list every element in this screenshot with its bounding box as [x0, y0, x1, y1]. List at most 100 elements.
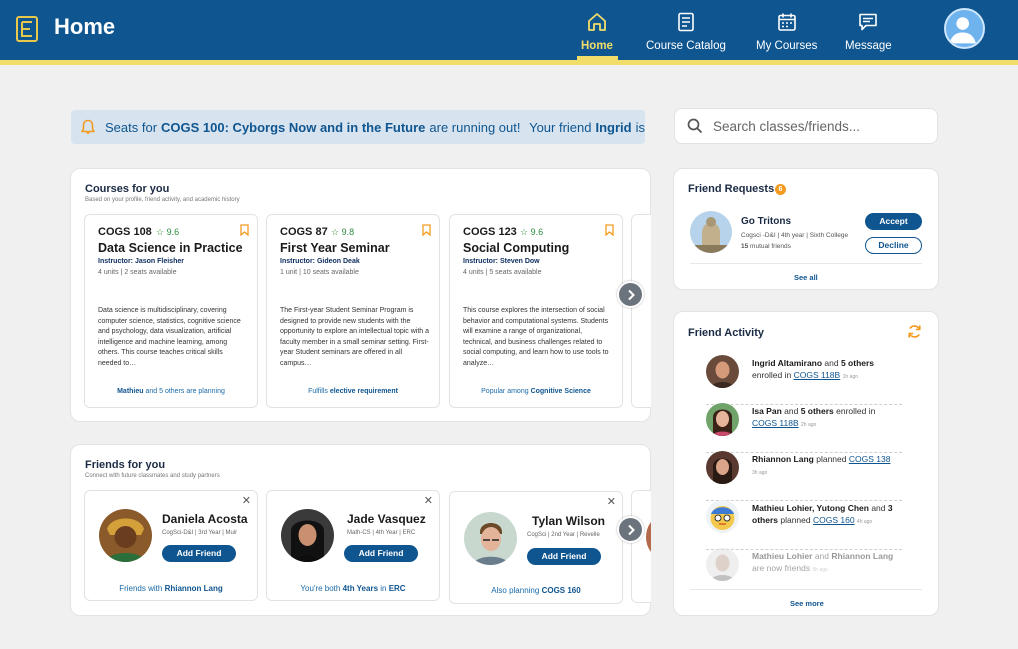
request-mutual: 15 mutual friends [741, 243, 791, 250]
banner-friend-name[interactable]: Ingrid [596, 120, 632, 135]
dismiss-icon[interactable]: ✕ [242, 494, 251, 507]
star-icon: ☆ [156, 227, 165, 237]
activity-course-link[interactable]: COGS 138 [849, 454, 891, 464]
friend-footer: You're both 4th Years in ERC [300, 584, 406, 593]
activity-item[interactable]: Isa Pan and 5 others enrolled in COGS 11… [706, 403, 902, 453]
divider [690, 263, 922, 264]
courses-title: Courses for you [85, 183, 170, 195]
course-description: Data science is multidisciplinary, cover… [98, 307, 241, 367]
avatar [706, 451, 739, 484]
activity-item[interactable]: Ingrid Altamirano and 5 others enrolled … [706, 355, 902, 405]
decline-button[interactable]: Decline [865, 237, 922, 254]
user-avatar[interactable] [944, 8, 985, 49]
course-card[interactable]: COGS 108 ☆ 9.6 Data Science in Practice … [84, 214, 258, 408]
course-name: Data Science in Practice [98, 241, 243, 255]
user-avatar-icon [949, 17, 976, 44]
activity-item[interactable]: Mathieu Lohier and Rhiannon Lang are now… [706, 548, 902, 598]
search-box[interactable] [674, 108, 938, 144]
chevron-right-icon [627, 524, 635, 535]
home-icon [588, 13, 606, 31]
activity-text: Ingrid Altamirano and 5 others enrolled … [752, 358, 875, 380]
bookmark-icon[interactable] [240, 224, 249, 236]
friend-info: Math-CS | 4th Year | ERC [347, 530, 416, 536]
banner-friend-post: is [635, 119, 645, 135]
friend-activity-title: Friend Activity [688, 327, 764, 339]
courses-next-arrow[interactable] [617, 281, 644, 308]
course-rating: ☆ 9.8 [331, 227, 355, 237]
course-name: Social Computing [463, 241, 570, 255]
friend-info: CogSci-D&I | 3rd Year | Muir [162, 530, 238, 536]
avatar [690, 211, 732, 253]
nav-course-catalog[interactable]: Course Catalog [646, 12, 726, 52]
page-title: Home [54, 14, 116, 39]
activity-item[interactable]: Rhiannon Lang planned COGS 138 3h ago [706, 451, 902, 501]
request-name[interactable]: Go Tritons [741, 216, 791, 227]
course-code: COGS 108 [98, 226, 152, 238]
add-friend-button[interactable]: Add Friend [527, 548, 601, 565]
friend-suggestion-card-partial[interactable] [631, 490, 651, 603]
star-icon: ☆ [520, 227, 529, 237]
friends-title: Friends for you [85, 459, 166, 471]
course-footer: Popular among Cognitive Science [481, 388, 591, 395]
course-instructor: Instructor: Jason Fleisher [98, 258, 184, 265]
avatar [706, 355, 739, 388]
nav-course-catalog-label: Course Catalog [646, 40, 726, 52]
activity-text: Mathieu Lohier and Rhiannon Lang are now… [752, 551, 894, 573]
catalog-icon [678, 12, 694, 32]
friend-footer: Also planning COGS 160 [491, 586, 581, 595]
nav-home[interactable]: Home [581, 12, 613, 52]
course-units: 4 units | 5 seats available [463, 269, 542, 276]
see-all-link[interactable]: See all [794, 273, 818, 282]
search-input[interactable] [713, 118, 913, 134]
banner-text-post: are running out! [429, 119, 521, 135]
see-more-link[interactable]: See more [790, 599, 824, 608]
course-card-partial[interactable] [631, 214, 651, 408]
friend-name: Daniela Acosta [162, 512, 248, 526]
friends-next-arrow[interactable] [617, 516, 644, 543]
bookmark-icon[interactable] [422, 224, 431, 236]
friends-subtitle: Connect with future classmates and study… [85, 473, 220, 479]
friend-requests-title: Friend Requests [688, 183, 775, 195]
activity-item[interactable]: Mathieu Lohier, Yutong Chen and 3 others… [706, 500, 902, 550]
nav-my-courses[interactable]: My Courses [756, 12, 817, 52]
friend-suggestion-card[interactable]: ✕ Daniela Acosta CogSci-D&I | 3rd Year |… [84, 490, 258, 601]
activity-course-link[interactable]: COGS 118B [794, 370, 841, 380]
course-units: 1 unit | 10 seats available [280, 269, 359, 276]
course-instructor: Instructor: Gideon Deak [280, 258, 360, 265]
search-icon [687, 118, 703, 134]
course-card[interactable]: COGS 123 ☆ 9.6 Social Computing Instruct… [449, 214, 623, 408]
app-logo-icon[interactable] [16, 16, 38, 42]
message-icon [859, 13, 878, 31]
add-friend-button[interactable]: Add Friend [162, 545, 236, 562]
course-code: COGS 87 [280, 226, 328, 238]
course-footer: Mathieu and 5 others are planning [117, 388, 225, 395]
seats-alert-banner[interactable]: Seats for ​COGS 100: Cyborgs Now and in … [71, 110, 645, 144]
dismiss-icon[interactable]: ✕ [607, 495, 616, 508]
friend-suggestion-card[interactable]: ✕ Jade Vasquez Math-CS | 4th Year | ERC … [266, 490, 440, 601]
add-friend-button[interactable]: Add Friend [344, 545, 418, 562]
banner-course[interactable]: COGS 100: Cyborgs Now and in the Future [161, 120, 425, 135]
course-rating: ☆ 9.6 [520, 227, 544, 237]
avatar [706, 403, 739, 436]
friend-info: CogSci | 2nd Year | Revelle [527, 532, 600, 538]
accept-button[interactable]: Accept [865, 213, 922, 230]
bell-icon [81, 119, 95, 134]
requests-count-badge: 6 [775, 184, 786, 195]
top-accent-stripe [0, 60, 1018, 65]
nav-message[interactable]: Message [845, 12, 892, 52]
friend-suggestion-card[interactable]: ✕ Tylan Wilson CogSci | 2nd Year | Revel… [449, 491, 623, 604]
refresh-icon[interactable] [907, 324, 922, 339]
bookmark-icon[interactable] [605, 224, 614, 236]
nav-message-label: Message [845, 40, 892, 52]
friend-footer: Friends with Rhiannon Lang [119, 584, 223, 593]
avatar [99, 509, 152, 562]
course-card[interactable]: COGS 87 ☆ 9.8 First Year Seminar Instruc… [266, 214, 440, 408]
activity-course-link[interactable]: COGS 160 [813, 515, 855, 525]
course-units: 4 units | 2 seats available [98, 269, 177, 276]
course-footer: Fulfills elective requirement [308, 388, 398, 395]
banner-text-pre: Seats for [105, 119, 158, 135]
friend-name: Jade Vasquez [347, 512, 426, 526]
dismiss-icon[interactable]: ✕ [424, 494, 433, 507]
star-icon: ☆ [331, 227, 340, 237]
activity-course-link[interactable]: COGS 118B [752, 418, 799, 428]
